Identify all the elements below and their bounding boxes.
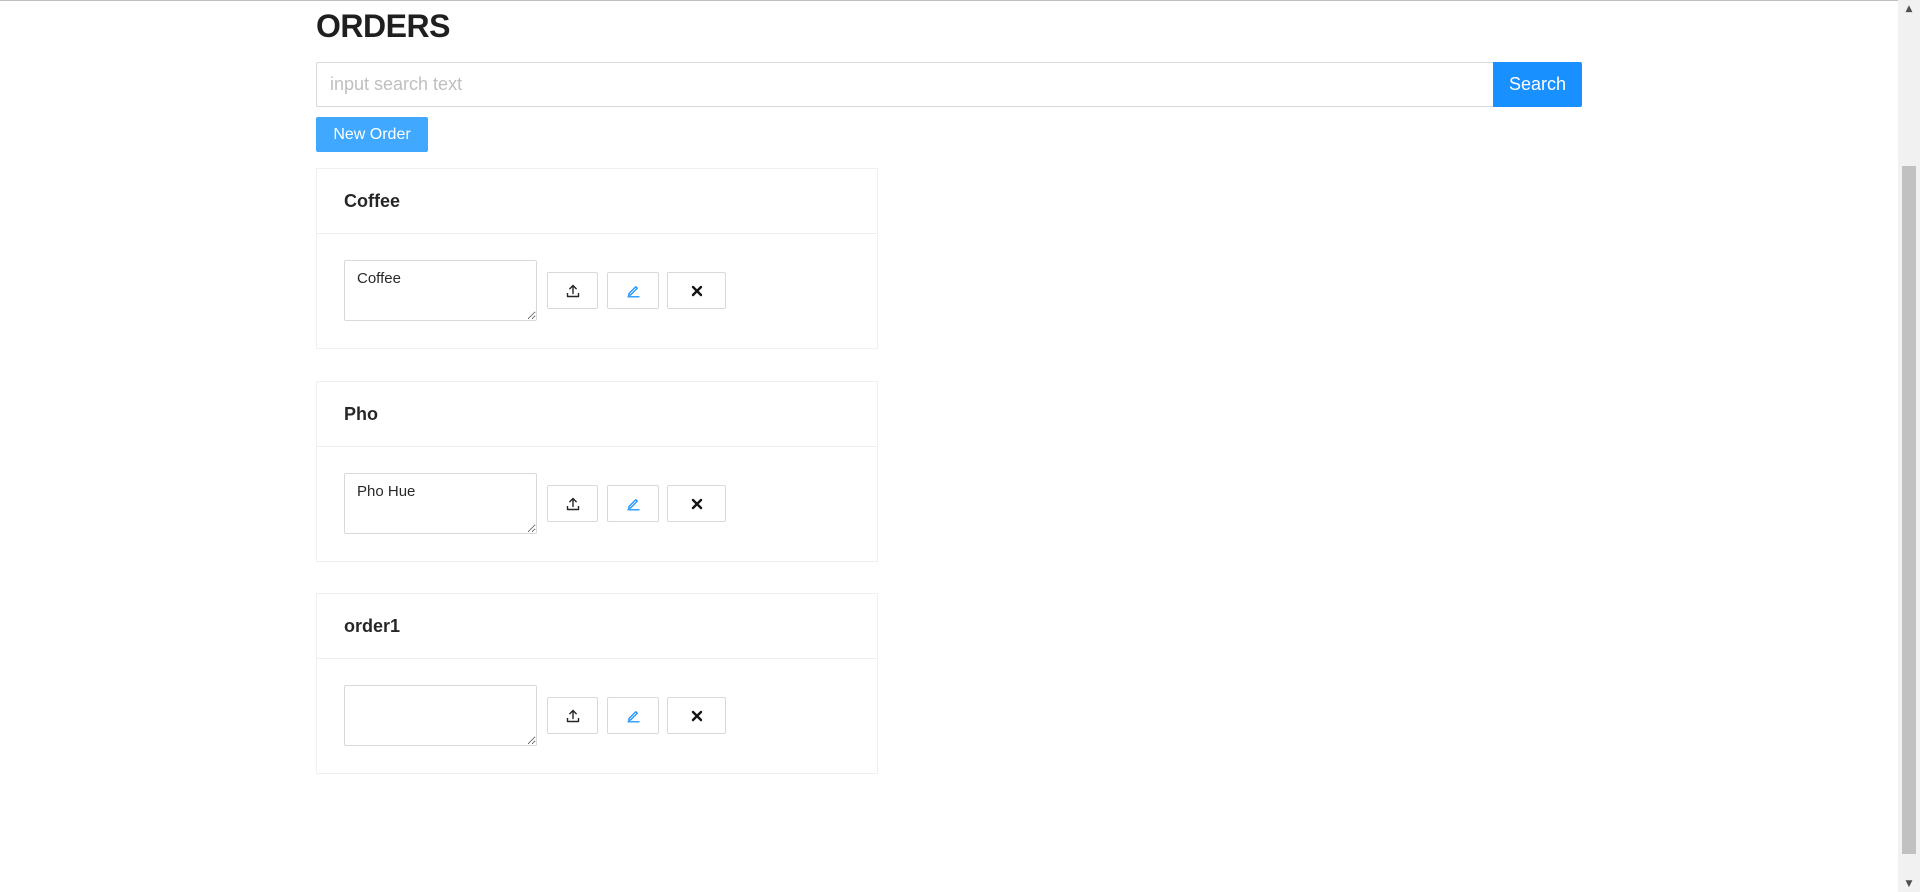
- edit-button[interactable]: [607, 485, 659, 522]
- search-button[interactable]: Search: [1493, 62, 1582, 107]
- upload-button[interactable]: [547, 272, 598, 309]
- order-card: Pho Pho Hue: [316, 381, 878, 562]
- search-input[interactable]: [316, 62, 1493, 107]
- order-card-title: order1: [317, 594, 877, 659]
- close-icon: [691, 710, 703, 722]
- search-bar: Search: [316, 62, 1582, 107]
- order-card: Coffee Coffee: [316, 168, 878, 349]
- scrollbar-thumb[interactable]: [1902, 166, 1916, 854]
- new-order-button[interactable]: New Order: [316, 117, 428, 152]
- vertical-scrollbar[interactable]: ▲ ▼: [1898, 0, 1920, 892]
- order-note-textarea[interactable]: [344, 685, 537, 746]
- delete-button[interactable]: [667, 272, 726, 309]
- edit-button[interactable]: [607, 697, 659, 734]
- upload-icon: [566, 709, 580, 723]
- order-card: order1: [316, 593, 878, 774]
- upload-button[interactable]: [547, 697, 598, 734]
- close-icon: [691, 285, 703, 297]
- edit-icon: [626, 283, 641, 298]
- edit-icon: [626, 708, 641, 723]
- order-card-body: [317, 659, 877, 774]
- page-title: ORDERS: [316, 8, 450, 44]
- close-icon: [691, 498, 703, 510]
- upload-button[interactable]: [547, 485, 598, 522]
- top-border: [0, 0, 1898, 1]
- edit-icon: [626, 496, 641, 511]
- edit-button[interactable]: [607, 272, 659, 309]
- upload-icon: [566, 284, 580, 298]
- upload-icon: [566, 497, 580, 511]
- scroll-down-icon[interactable]: ▼: [1898, 875, 1920, 892]
- delete-button[interactable]: [667, 697, 726, 734]
- order-card-title: Pho: [317, 382, 877, 447]
- order-note-textarea[interactable]: Pho Hue: [344, 473, 537, 534]
- order-card-body: Pho Hue: [317, 447, 877, 562]
- order-card-body: Coffee: [317, 234, 877, 349]
- delete-button[interactable]: [667, 485, 726, 522]
- order-card-title: Coffee: [317, 169, 877, 234]
- order-note-textarea[interactable]: Coffee: [344, 260, 537, 321]
- scroll-up-icon[interactable]: ▲: [1898, 0, 1920, 17]
